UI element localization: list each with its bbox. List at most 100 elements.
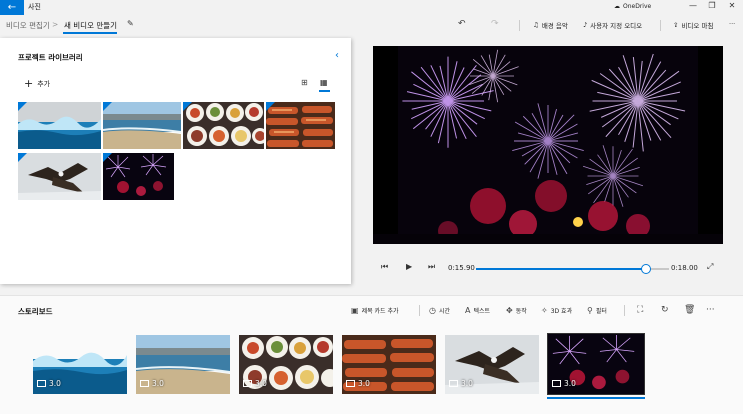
current-time: 0:15.90 [448, 264, 475, 272]
project-library-panel: 프로젝트 라이브러리 ‹ + 추가 ⊞ ▦ [0, 38, 351, 284]
more-options-button[interactable]: ··· [729, 20, 735, 28]
library-item-water-splash[interactable] [18, 102, 101, 149]
add-title-card-button[interactable]: ▣ 제목 카드 추가 [351, 306, 399, 315]
app-title: 사진 [28, 3, 41, 11]
grid-view-icon[interactable]: ⊞ [301, 78, 308, 87]
library-item-beach[interactable] [103, 102, 181, 149]
library-item-grilled-skewers[interactable] [266, 102, 335, 149]
breadcrumb-current-project: 새 비디오 만들기 [64, 21, 118, 30]
image-icon [449, 380, 458, 387]
selected-corner-marker [18, 153, 27, 162]
onedrive-label: OneDrive [623, 3, 652, 10]
back-arrow-icon: ← [7, 2, 17, 13]
maximize-button[interactable]: ❐ [705, 1, 719, 10]
rename-pencil-icon[interactable]: ✎ [127, 19, 134, 28]
3d-effects-button[interactable]: ✧ 3D 효과 [541, 306, 572, 315]
seek-slider[interactable] [476, 264, 669, 274]
clip-duration-value: 3.0 [358, 379, 370, 388]
back-button[interactable]: ← [0, 0, 24, 15]
clip-duration: 3.0 [346, 379, 370, 388]
project-library-title: 프로젝트 라이브러리 [18, 53, 83, 62]
breadcrumb-video-editor[interactable]: 비디오 편집기 [6, 20, 50, 31]
cloud-icon: ☁ [614, 3, 620, 10]
clip-duration: 3.0 [552, 379, 576, 388]
title-bar: ← 사진 ☁ OneDrive — ❐ ✕ [0, 0, 743, 15]
add-title-card-label: 제목 카드 추가 [361, 308, 399, 315]
clock-icon: ◷ [429, 306, 436, 315]
image-icon [243, 380, 252, 387]
storyboard-divider [624, 305, 625, 316]
storyboard-clip[interactable]: 3.0 [136, 335, 230, 394]
delete-icon[interactable]: 🗑 [684, 305, 695, 315]
background-music-button[interactable]: ♫ 배경 음악 [533, 20, 568, 30]
selected-corner-marker [103, 102, 112, 111]
toolbar-divider [519, 20, 520, 31]
clip-duration: 3.0 [243, 379, 267, 388]
duration-button[interactable]: ◷ 시간 [429, 306, 450, 315]
motion-button[interactable]: ✥ 동작 [506, 306, 527, 315]
clip-duration: 3.0 [449, 379, 473, 388]
background-music-label: 배경 음악 [541, 22, 568, 30]
filters-button[interactable]: ⚲ 필터 [587, 306, 607, 315]
custom-audio-label: 사용자 지정 오디오 [590, 22, 643, 30]
storyboard-clip-selected[interactable]: 3.0 [547, 333, 645, 395]
command-bar: 비디오 편집기 > 새 비디오 만들기 ✎ ↶ ↷ ♫ 배경 음악 ♪ 사용자 … [0, 15, 743, 37]
rotate-icon[interactable]: ↻ [661, 305, 669, 315]
close-button[interactable]: ✕ [725, 1, 739, 10]
add-media-label: 추가 [37, 79, 51, 88]
breadcrumb-separator: > [52, 20, 59, 29]
play-icon[interactable]: ▶ [406, 262, 412, 271]
storyboard-title: 스토리보드 [18, 307, 53, 316]
duration-label: 시간 [438, 308, 451, 315]
storyboard-panel: 스토리보드 ▣ 제목 카드 추가 ◷ 시간 A 텍스트 ✥ 동작 ✧ 3D 효과… [0, 295, 743, 414]
storyboard-clip[interactable]: 3.0 [33, 335, 127, 394]
playback-controls: ⏮ ▶ ⏭ 0:15.90 0:18.00 ⤢ [373, 258, 723, 278]
library-item-eagles[interactable] [18, 153, 101, 200]
clip-duration-value: 3.0 [49, 379, 61, 388]
selected-corner-marker [266, 102, 275, 111]
minimize-button[interactable]: — [686, 1, 700, 10]
3d-effects-label: 3D 효과 [550, 308, 573, 315]
finish-video-button[interactable]: ⇪ 비디오 마침 [673, 20, 713, 30]
title-card-icon: ▣ [351, 306, 359, 315]
collapse-chevron-icon[interactable]: ‹ [335, 50, 339, 61]
motion-icon: ✥ [506, 306, 513, 315]
breadcrumb-underline [63, 32, 117, 34]
selected-clip-indicator [547, 397, 645, 399]
selected-corner-marker [18, 102, 27, 111]
storyboard-more-button[interactable]: ··· [706, 305, 715, 315]
text-icon: A [465, 306, 471, 315]
large-thumbnail-view-icon[interactable]: ▦ [320, 78, 328, 87]
storyboard-clip[interactable]: 3.0 [445, 335, 539, 394]
motion-label: 동작 [515, 308, 527, 315]
clip-duration-value: 3.0 [152, 379, 164, 388]
video-preview[interactable] [373, 46, 723, 244]
clip-duration: 3.0 [140, 379, 164, 388]
add-media-button[interactable]: + 추가 [24, 78, 50, 89]
clip-duration-value: 3.0 [564, 379, 576, 388]
fullscreen-icon[interactable]: ⤢ [707, 262, 713, 272]
undo-icon[interactable]: ↶ [458, 19, 466, 29]
view-selected-indicator [319, 90, 330, 92]
crop-resize-icon[interactable]: ⛶ [637, 305, 643, 315]
onedrive-button[interactable]: ☁ OneDrive [614, 3, 651, 10]
storyboard-clip[interactable]: 3.0 [239, 335, 333, 394]
next-frame-icon[interactable]: ⏭ [428, 262, 435, 272]
custom-audio-button[interactable]: ♪ 사용자 지정 오디오 [583, 20, 642, 30]
image-icon [552, 380, 561, 387]
export-icon: ⇪ [673, 21, 679, 29]
plus-icon: + [24, 77, 34, 90]
clip-duration-value: 3.0 [255, 379, 267, 388]
selected-corner-marker [103, 153, 112, 162]
text-button[interactable]: A 텍스트 [465, 306, 490, 315]
3d-effects-icon: ✧ [541, 306, 548, 315]
preview-fireworks-frame [373, 46, 723, 244]
storyboard-divider [419, 305, 420, 316]
library-item-food-plates[interactable] [183, 102, 264, 149]
library-item-fireworks[interactable] [103, 153, 174, 200]
redo-icon[interactable]: ↷ [491, 19, 499, 29]
storyboard-clip[interactable]: 3.0 [342, 335, 436, 394]
seek-slider-thumb[interactable] [641, 264, 652, 274]
previous-frame-icon[interactable]: ⏮ [381, 262, 388, 272]
finish-video-label: 비디오 마침 [681, 22, 714, 30]
